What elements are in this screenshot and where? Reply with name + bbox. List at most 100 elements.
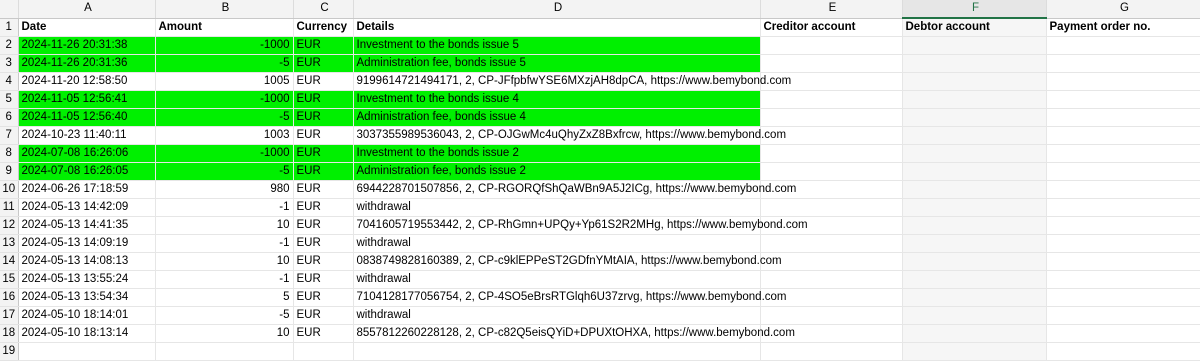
cell-currency[interactable]: EUR: [293, 234, 354, 253]
cell-payment-order[interactable]: [1046, 144, 1200, 163]
cell-currency[interactable]: EUR: [293, 288, 354, 307]
cell-details[interactable]: 7104128177056754, 2, CP-4SO5eBrsRTGlqh6U…: [353, 288, 787, 307]
cell-payment-order[interactable]: [1046, 252, 1200, 271]
cell-debtor-account[interactable]: [902, 306, 1047, 325]
cell-creditor-account[interactable]: [760, 162, 903, 181]
cell-date[interactable]: 2024-05-10 18:14:01: [18, 306, 156, 325]
column-header-b[interactable]: B: [155, 0, 294, 19]
cell-currency[interactable]: EUR: [293, 162, 354, 181]
cell-creditor-account[interactable]: [760, 108, 903, 127]
cell-date[interactable]: 2024-07-08 16:26:06: [18, 144, 156, 163]
cell-amount[interactable]: -1: [155, 234, 294, 253]
cell-amount[interactable]: 980: [155, 180, 294, 199]
cell-date[interactable]: 2024-10-23 11:40:11: [18, 126, 156, 145]
cell-details[interactable]: Investment to the bonds issue 2: [353, 144, 761, 163]
empty-cell[interactable]: [353, 342, 761, 361]
cell-payment-order[interactable]: [1046, 306, 1200, 325]
cell-currency[interactable]: EUR: [293, 324, 354, 343]
empty-cell[interactable]: [18, 342, 156, 361]
cell-details[interactable]: 0838749828160389, 2, CP-c9klEPPeST2GDfnY…: [353, 252, 782, 271]
row-number[interactable]: 12: [0, 216, 19, 235]
row-number[interactable]: 10: [0, 180, 19, 199]
cell-date[interactable]: 2024-11-26 20:31:36: [18, 54, 156, 73]
cell-currency[interactable]: EUR: [293, 108, 354, 127]
cell-creditor-account[interactable]: [760, 54, 903, 73]
cell-debtor-account[interactable]: [902, 270, 1047, 289]
cell-creditor-account[interactable]: [760, 234, 903, 253]
cell-currency[interactable]: EUR: [293, 306, 354, 325]
cell-debtor-account[interactable]: [902, 90, 1047, 109]
cell-details[interactable]: Investment to the bonds issue 5: [353, 36, 761, 55]
cell-debtor-account[interactable]: [902, 72, 1047, 91]
cell-currency[interactable]: EUR: [293, 54, 354, 73]
row-number[interactable]: 14: [0, 252, 19, 271]
cell-date[interactable]: 2024-05-13 14:09:19: [18, 234, 156, 253]
cell-details[interactable]: 3037355989536043, 2, CP-OJGwMc4uQhyZxZ8B…: [353, 126, 786, 145]
cell-amount[interactable]: 1005: [155, 72, 294, 91]
cell-payment-order[interactable]: [1046, 198, 1200, 217]
cell-currency[interactable]: EUR: [293, 216, 354, 235]
cell-debtor-account[interactable]: [902, 144, 1047, 163]
row-number[interactable]: 16: [0, 288, 19, 307]
cell-amount[interactable]: -1: [155, 198, 294, 217]
cell-debtor-account[interactable]: [902, 234, 1047, 253]
cell-debtor-account[interactable]: [902, 198, 1047, 217]
column-header-d[interactable]: D: [353, 0, 761, 19]
cell-payment-order[interactable]: [1046, 216, 1200, 235]
cell-details[interactable]: 7041605719553442, 2, CP-RhGmn+UPQy+Yp61S…: [353, 216, 808, 235]
row-number[interactable]: 15: [0, 270, 19, 289]
row-number[interactable]: 1: [0, 18, 19, 37]
cell-currency[interactable]: EUR: [293, 270, 354, 289]
cell-creditor-account[interactable]: [760, 198, 903, 217]
cell-date[interactable]: 2024-05-13 13:54:34: [18, 288, 156, 307]
header-cell-date[interactable]: Date: [18, 18, 156, 37]
cell-amount[interactable]: -1000: [155, 144, 294, 163]
row-number[interactable]: 7: [0, 126, 19, 145]
cell-payment-order[interactable]: [1046, 90, 1200, 109]
row-number[interactable]: 6: [0, 108, 19, 127]
cell-debtor-account[interactable]: [902, 288, 1047, 307]
header-cell-details[interactable]: Details: [353, 18, 761, 37]
column-header-f[interactable]: F: [902, 0, 1047, 19]
row-number[interactable]: 8: [0, 144, 19, 163]
cell-creditor-account[interactable]: [760, 144, 903, 163]
cell-amount[interactable]: -1000: [155, 90, 294, 109]
header-cell-payment-order[interactable]: Payment order no.: [1046, 18, 1200, 37]
cell-date[interactable]: 2024-05-13 14:41:35: [18, 216, 156, 235]
row-number[interactable]: 3: [0, 54, 19, 73]
cell-payment-order[interactable]: [1046, 234, 1200, 253]
cell-payment-order[interactable]: [1046, 54, 1200, 73]
cell-date[interactable]: 2024-11-20 12:58:50: [18, 72, 156, 91]
cell-date[interactable]: 2024-06-26 17:18:59: [18, 180, 156, 199]
cell-payment-order[interactable]: [1046, 288, 1200, 307]
cell-currency[interactable]: EUR: [293, 36, 354, 55]
empty-cell[interactable]: [902, 342, 1047, 361]
header-cell-currency[interactable]: Currency: [293, 18, 354, 37]
cell-details[interactable]: 9199614721494171, 2, CP-JFfpbfwYSE6MXzjA…: [353, 72, 791, 91]
row-number[interactable]: 2: [0, 36, 19, 55]
cell-amount[interactable]: 10: [155, 216, 294, 235]
cell-debtor-account[interactable]: [902, 108, 1047, 127]
cell-date[interactable]: 2024-07-08 16:26:05: [18, 162, 156, 181]
cell-amount[interactable]: 5: [155, 288, 294, 307]
column-header-g[interactable]: G: [1046, 0, 1200, 19]
cell-amount[interactable]: -5: [155, 108, 294, 127]
cell-amount[interactable]: 1003: [155, 126, 294, 145]
row-number[interactable]: 4: [0, 72, 19, 91]
select-all-corner[interactable]: [0, 0, 19, 19]
cell-currency[interactable]: EUR: [293, 252, 354, 271]
cell-payment-order[interactable]: [1046, 108, 1200, 127]
column-header-a[interactable]: A: [18, 0, 156, 19]
cell-debtor-account[interactable]: [902, 36, 1047, 55]
cell-date[interactable]: 2024-11-26 20:31:38: [18, 36, 156, 55]
cell-date[interactable]: 2024-05-10 18:13:14: [18, 324, 156, 343]
empty-cell[interactable]: [760, 342, 903, 361]
cell-details[interactable]: 8557812260228128, 2, CP-c82Q5eisQYiD+DPU…: [353, 324, 795, 343]
column-header-c[interactable]: C: [293, 0, 354, 19]
cell-payment-order[interactable]: [1046, 324, 1200, 343]
row-number[interactable]: 11: [0, 198, 19, 217]
cell-amount[interactable]: -5: [155, 306, 294, 325]
row-number[interactable]: 18: [0, 324, 19, 343]
cell-currency[interactable]: EUR: [293, 90, 354, 109]
cell-currency[interactable]: EUR: [293, 144, 354, 163]
